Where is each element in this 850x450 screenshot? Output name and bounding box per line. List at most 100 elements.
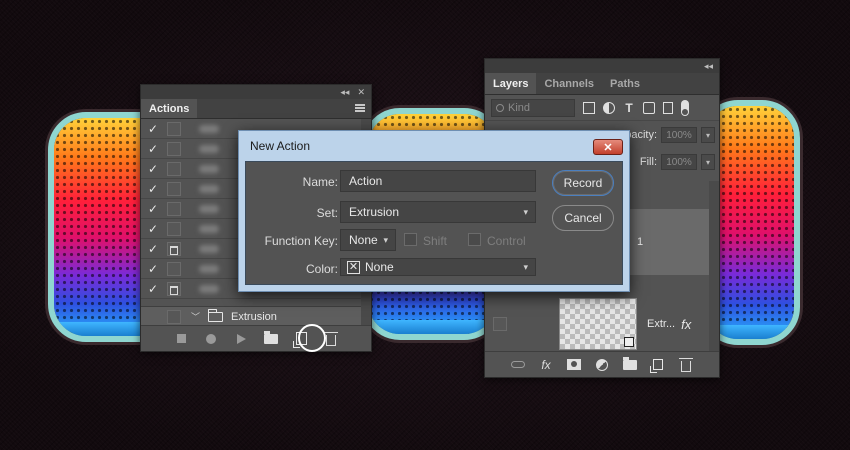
tab-channels[interactable]: Channels	[536, 73, 602, 94]
check-icon[interactable]: ✓	[141, 182, 165, 196]
blurred-action-name	[199, 124, 219, 133]
new-adjustment-button[interactable]	[595, 358, 609, 372]
check-icon[interactable]: ✓	[141, 262, 165, 276]
image-filter-icon[interactable]	[583, 101, 595, 114]
play-selection-button[interactable]	[233, 331, 249, 347]
smart-object-badge-icon	[624, 337, 634, 347]
filter-toggle-icon[interactable]	[681, 99, 689, 116]
blurred-action-name	[199, 144, 219, 153]
check-icon[interactable]: ✓	[141, 162, 165, 176]
actions-toolbar	[141, 324, 371, 352]
shape-filter-icon[interactable]	[643, 101, 655, 114]
control-checkbox[interactable]	[468, 233, 481, 246]
link-icon	[511, 361, 525, 368]
blurred-action-name	[199, 184, 219, 193]
search-icon	[496, 103, 504, 112]
set-label: Set:	[316, 206, 338, 220]
layer-thumbnail	[559, 298, 637, 350]
add-mask-button[interactable]	[567, 358, 581, 372]
folder-icon	[207, 308, 224, 322]
blurred-action-name	[199, 264, 219, 273]
layers-scrollbar[interactable]	[709, 181, 719, 351]
chevron-down-icon[interactable]: ▾	[701, 154, 715, 170]
panel-menu-icon[interactable]	[355, 104, 365, 112]
trash-icon	[324, 331, 338, 346]
record-button[interactable]: Record	[552, 170, 614, 196]
check-icon[interactable]: ✓	[141, 222, 165, 236]
tab-actions[interactable]: Actions	[141, 99, 198, 118]
kind-filter-select[interactable]: Kind	[491, 98, 575, 117]
chevron-down-icon: ▾	[523, 262, 528, 272]
new-layer-button[interactable]	[650, 358, 665, 373]
function-key-select[interactable]: None ▾	[340, 229, 396, 251]
close-panel-icon[interactable]: ✕	[357, 87, 365, 98]
smart-object-filter-icon[interactable]	[663, 101, 673, 114]
name-input[interactable]: Action	[340, 170, 536, 192]
tab-layers[interactable]: Layers	[485, 73, 537, 94]
dialog-icon[interactable]	[167, 281, 181, 296]
type-filter-icon[interactable]: T	[623, 102, 635, 114]
collapse-icon[interactable]: ◂◂	[704, 61, 713, 72]
blurred-action-name	[199, 284, 219, 293]
add-style-button[interactable]: fx	[539, 358, 553, 372]
dialog-toggle-box[interactable]	[167, 261, 181, 276]
check-icon[interactable]: ✓	[141, 142, 165, 156]
fill-label: Fill:	[639, 156, 657, 168]
new-item-icon	[650, 359, 663, 373]
set-select[interactable]: Extrusion ▾	[340, 201, 536, 223]
layer-visibility-box[interactable]	[493, 317, 507, 331]
dialog-toggle-box[interactable]	[167, 309, 181, 324]
chevron-down-icon[interactable]: ﹀	[191, 310, 200, 323]
action-set-label: Extrusion	[231, 310, 277, 323]
trash-icon	[679, 357, 693, 372]
action-set-row[interactable]: ﹀ Extrusion	[141, 306, 371, 326]
set-select-value: Extrusion	[349, 205, 400, 219]
layer-row-2[interactable]: Extr... fx	[485, 295, 709, 353]
new-group-button[interactable]	[623, 356, 637, 372]
no-color-icon: ✕	[347, 260, 360, 274]
check-icon[interactable]: ✓	[141, 122, 165, 136]
opacity-input[interactable]: 100%	[661, 127, 697, 143]
dialog-toggle-box[interactable]	[167, 161, 181, 176]
function-key-value: None	[349, 233, 378, 247]
delete-layer-button[interactable]	[679, 357, 693, 372]
shift-checkbox[interactable]	[404, 233, 417, 246]
color-select-value: None	[365, 260, 394, 274]
actions-tabbar: Actions	[141, 99, 371, 119]
actions-panel-header: ◂◂ ✕	[141, 85, 371, 99]
collapse-icon[interactable]: ◂◂	[340, 87, 349, 98]
layer-name: 1	[637, 236, 644, 248]
record-icon	[206, 333, 216, 344]
blurred-action-name	[199, 224, 219, 233]
check-icon[interactable]: ✓	[141, 282, 165, 296]
dialog-toggle-box[interactable]	[167, 201, 181, 216]
dialog-toggle-box[interactable]	[167, 181, 181, 196]
create-new-set-button[interactable]	[263, 330, 279, 347]
check-icon[interactable]: ✓	[141, 242, 165, 256]
cancel-button[interactable]: Cancel	[552, 205, 614, 231]
fx-icon[interactable]: fx	[681, 317, 691, 332]
link-layers-button[interactable]	[511, 358, 525, 372]
color-select[interactable]: ✕ None ▾	[340, 258, 536, 276]
dialog-toggle-box[interactable]	[167, 141, 181, 156]
dialog-toggle-box[interactable]	[167, 221, 181, 236]
dialog-title: New Action	[250, 139, 311, 153]
layer-name: Extr...	[647, 318, 676, 330]
dialog-toggle-box[interactable]	[167, 121, 181, 136]
tab-paths[interactable]: Paths	[602, 73, 648, 94]
dialog-icon[interactable]	[167, 241, 181, 256]
blurred-action-name	[199, 164, 219, 173]
new-action-dialog: New Action ✕ Name: Action Set: Extrusion…	[238, 130, 630, 292]
adjustment-icon	[596, 358, 608, 371]
stop-icon	[176, 334, 186, 343]
mask-icon	[567, 359, 581, 370]
kind-filter-label: Kind	[508, 101, 531, 114]
adjustment-filter-icon[interactable]	[603, 101, 615, 114]
stop-playing-button[interactable]	[173, 331, 189, 347]
highlight-circle	[298, 324, 326, 352]
check-icon[interactable]: ✓	[141, 202, 165, 216]
begin-recording-button[interactable]	[203, 331, 219, 347]
fill-input[interactable]: 100%	[661, 154, 697, 170]
chevron-down-icon[interactable]: ▾	[701, 127, 715, 143]
close-icon[interactable]: ✕	[593, 139, 623, 155]
